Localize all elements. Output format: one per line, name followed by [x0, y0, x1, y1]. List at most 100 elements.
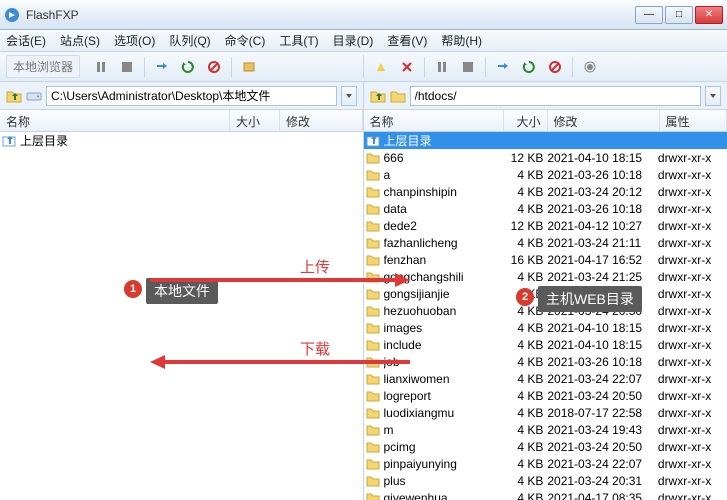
file-size: 4 KB: [504, 389, 547, 403]
local-path-input[interactable]: [46, 86, 337, 106]
file-name: a: [384, 168, 504, 182]
col-size-l[interactable]: 大小: [230, 110, 280, 131]
tools-icon-r[interactable]: [579, 56, 601, 78]
folder-icon: [366, 151, 382, 165]
menu-commands[interactable]: 命令(C): [225, 32, 266, 49]
file-name: logreport: [384, 389, 504, 403]
menu-options[interactable]: 选项(O): [114, 32, 155, 49]
left-pane[interactable]: 上层目录: [0, 132, 364, 500]
right-pane[interactable]: 上层目录 66612 KB2021-04-10 18:15drwxr-xr-xa…: [364, 132, 727, 500]
file-row[interactable]: plus4 KB2021-03-24 20:31drwxr-xr-x: [364, 472, 727, 489]
file-row[interactable]: 66612 KB2021-04-10 18:15drwxr-xr-x: [364, 149, 727, 166]
col-attrs-r[interactable]: 属性: [660, 110, 727, 131]
col-modified-r[interactable]: 修改: [548, 110, 660, 131]
titlebar: FlashFXP — □ ✕: [0, 0, 727, 30]
file-row[interactable]: gongchangshili4 KB2021-03-24 21:25drwxr-…: [364, 268, 727, 285]
path-row: [0, 82, 727, 110]
folder-icon: [366, 185, 382, 199]
file-row[interactable]: dede212 KB2021-04-12 10:27drwxr-xr-x: [364, 217, 727, 234]
close-button[interactable]: ✕: [695, 6, 723, 24]
menu-help[interactable]: 帮助(H): [441, 32, 482, 49]
parent-dir-row[interactable]: 上层目录: [0, 132, 363, 149]
col-name-l[interactable]: 名称: [0, 110, 230, 131]
transfer-icon[interactable]: [151, 56, 173, 78]
transfer-icon-r[interactable]: [492, 56, 514, 78]
path-dropdown-icon-r[interactable]: [705, 86, 721, 106]
parent-dir-row-r[interactable]: 上层目录: [364, 132, 727, 149]
file-row[interactable]: hezuohuoban4 KB2021-03-24 20:50drwxr-xr-…: [364, 302, 727, 319]
file-size: 4 KB: [504, 321, 547, 335]
file-row[interactable]: images4 KB2021-04-10 18:15drwxr-xr-x: [364, 319, 727, 336]
file-modified: 2021-03-24 22:07: [547, 457, 658, 471]
file-name: fazhanlicheng: [384, 236, 504, 250]
remote-root-icon[interactable]: [390, 88, 406, 104]
file-row[interactable]: fazhanlicheng4 KB2021-03-24 21:11drwxr-x…: [364, 234, 727, 251]
file-row[interactable]: logreport4 KB2021-03-24 20:50drwxr-xr-x: [364, 387, 727, 404]
file-size: 4 KB: [504, 372, 547, 386]
file-name: gongsijianjie: [384, 287, 504, 301]
file-attrs: drwxr-xr-x: [658, 270, 727, 284]
menu-session[interactable]: 会话(E): [6, 32, 46, 49]
refresh-icon[interactable]: [177, 56, 199, 78]
menu-sites[interactable]: 站点(S): [60, 32, 100, 49]
file-modified: 2021-03-24 19:43: [547, 423, 658, 437]
file-attrs: drwxr-xr-x: [658, 474, 727, 488]
column-headers: 名称 大小 修改 名称 大小 修改 属性: [0, 110, 727, 132]
remote-path-input[interactable]: [410, 86, 702, 106]
file-modified: 2021-03-26 10:18: [547, 168, 658, 182]
file-row[interactable]: data4 KB2021-03-26 10:18drwxr-xr-x: [364, 200, 727, 217]
abort-icon[interactable]: [203, 56, 225, 78]
path-dropdown-icon[interactable]: [341, 86, 357, 106]
folder-icon: [366, 236, 382, 250]
col-size-r[interactable]: 大小: [504, 110, 548, 131]
file-row[interactable]: pinpaiyunying4 KB2021-03-24 22:07drwxr-x…: [364, 455, 727, 472]
file-modified: 2021-04-17 08:35: [547, 491, 658, 500]
disconnect-icon[interactable]: [396, 56, 418, 78]
file-row[interactable]: luodixiangmu4 KB2018-07-17 22:58drwxr-xr…: [364, 404, 727, 421]
file-modified: 2021-04-10 18:15: [547, 151, 658, 165]
folder-icon: [366, 253, 382, 267]
minimize-button[interactable]: —: [635, 6, 663, 24]
file-attrs: drwxr-xr-x: [658, 406, 727, 420]
menu-queue[interactable]: 队列(Q): [169, 32, 210, 49]
file-name: pcimg: [384, 440, 504, 454]
menu-directory[interactable]: 目录(D): [333, 32, 374, 49]
folder-icon: [366, 474, 382, 488]
menu-view[interactable]: 查看(V): [387, 32, 427, 49]
pause-icon[interactable]: [90, 56, 112, 78]
file-size: 4 KB: [504, 457, 547, 471]
folder-icon: [366, 202, 382, 216]
file-row[interactable]: include4 KB2021-04-10 18:15drwxr-xr-x: [364, 336, 727, 353]
menu-tools[interactable]: 工具(T): [279, 32, 318, 49]
drive-icon[interactable]: [26, 88, 42, 104]
file-size: 4 KB: [504, 440, 547, 454]
col-name-r[interactable]: 名称: [364, 110, 504, 131]
file-name: chanpinshipin: [384, 185, 504, 199]
refresh-icon-r[interactable]: [518, 56, 540, 78]
file-row[interactable]: a4 KB2021-03-26 10:18drwxr-xr-x: [364, 166, 727, 183]
stop-icon-r[interactable]: [457, 56, 479, 78]
file-row[interactable]: gongsijianjie4 KB2021-03-24 20:50drwxr-x…: [364, 285, 727, 302]
file-attrs: drwxr-xr-x: [658, 304, 727, 318]
file-row[interactable]: job4 KB2021-03-26 10:18drwxr-xr-x: [364, 353, 727, 370]
connect-icon[interactable]: [370, 56, 392, 78]
file-row[interactable]: fenzhan16 KB2021-04-17 16:52drwxr-xr-x: [364, 251, 727, 268]
file-row[interactable]: chanpinshipin4 KB2021-03-24 20:12drwxr-x…: [364, 183, 727, 200]
file-row[interactable]: m4 KB2021-03-24 19:43drwxr-xr-x: [364, 421, 727, 438]
stop-icon[interactable]: [116, 56, 138, 78]
folder-up-icon[interactable]: [6, 88, 22, 104]
abort-icon-r[interactable]: [544, 56, 566, 78]
file-attrs: drwxr-xr-x: [658, 185, 727, 199]
col-modified-l[interactable]: 修改: [280, 110, 363, 131]
settings-icon[interactable]: [238, 56, 260, 78]
file-modified: 2021-03-24 20:12: [547, 185, 658, 199]
file-row[interactable]: qiyewenhua4 KB2021-04-17 08:35drwxr-xr-x: [364, 489, 727, 500]
file-name: lianxiwomen: [384, 372, 504, 386]
file-row[interactable]: lianxiwomen4 KB2021-03-24 22:07drwxr-xr-…: [364, 370, 727, 387]
file-attrs: drwxr-xr-x: [658, 321, 727, 335]
file-row[interactable]: pcimg4 KB2021-03-24 20:50drwxr-xr-x: [364, 438, 727, 455]
folder-up-icon-r[interactable]: [370, 88, 386, 104]
maximize-button[interactable]: □: [665, 6, 693, 24]
pause-icon-r[interactable]: [431, 56, 453, 78]
file-name: fenzhan: [384, 253, 504, 267]
